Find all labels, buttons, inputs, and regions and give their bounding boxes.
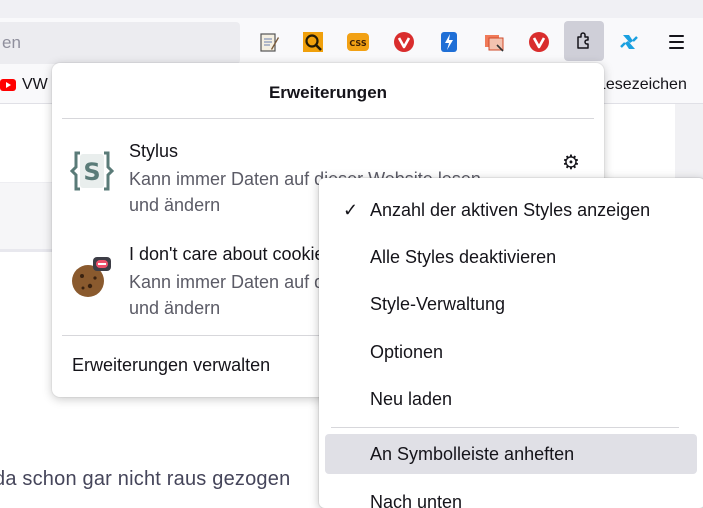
gear-icon[interactable]: ⚙ bbox=[560, 151, 582, 174]
menu-item-move-down[interactable]: Nach unten bbox=[325, 480, 697, 508]
bookmark-vw[interactable]: VW bbox=[0, 76, 48, 94]
magnifier-icon[interactable] bbox=[297, 25, 329, 59]
url-bar[interactable] bbox=[0, 22, 240, 64]
panel-title: Erweiterungen bbox=[268, 83, 388, 102]
url-input[interactable] bbox=[2, 30, 222, 56]
menu-item-label: Anzahl der aktiven Styles anzeigen bbox=[370, 199, 651, 220]
screenshot-icon[interactable] bbox=[478, 25, 510, 59]
svg-text:CSS: CSS bbox=[349, 39, 366, 48]
lightning-icon[interactable] bbox=[433, 25, 465, 59]
menu-item-options[interactable]: Optionen bbox=[325, 332, 697, 372]
extension-context-menu: ✓ Anzahl der aktiven Styles anzeigen All… bbox=[319, 178, 703, 508]
menu-item-show-active-styles-count[interactable]: ✓ Anzahl der aktiven Styles anzeigen bbox=[325, 190, 697, 230]
youtube-icon bbox=[0, 79, 16, 91]
page-text: da schon gar nicht raus gezogen bbox=[0, 468, 291, 490]
stylus-s-icon: S bbox=[69, 149, 115, 193]
page-block bbox=[0, 182, 60, 252]
tab-strip bbox=[0, 0, 703, 18]
extension-name: I don't care about cookies bbox=[129, 244, 334, 264]
checkmark-icon: ✓ bbox=[343, 199, 359, 220]
bookmark-label: VW bbox=[22, 76, 48, 93]
bookmark-label: Lesezeichen bbox=[597, 76, 687, 93]
puzzle-icon[interactable] bbox=[564, 21, 604, 61]
cookie-icon bbox=[70, 254, 114, 298]
menu-item-label: Alle Styles deaktivieren bbox=[370, 246, 557, 267]
menu-item-style-manager[interactable]: Style-Verwaltung bbox=[325, 284, 697, 324]
menu-item-label: Nach unten bbox=[370, 492, 463, 508]
menu-item-label: An Symbolleiste anheften bbox=[370, 443, 575, 464]
extension-name: Stylus bbox=[129, 141, 179, 161]
sync-arrows-icon[interactable] bbox=[613, 25, 645, 59]
menu-item-label: Style-Verwaltung bbox=[370, 293, 506, 314]
vivaldi-v-icon[interactable] bbox=[388, 25, 420, 59]
divider bbox=[62, 118, 594, 119]
hamburger-icon[interactable] bbox=[660, 25, 692, 59]
menu-item-label: Optionen bbox=[370, 341, 444, 362]
menu-item-disable-all-styles[interactable]: Alle Styles deaktivieren bbox=[325, 237, 697, 277]
svg-text:S: S bbox=[83, 158, 100, 186]
menu-item-label: Neu laden bbox=[370, 388, 453, 409]
page-sidebar bbox=[675, 104, 703, 184]
menu-item-pin-to-toolbar[interactable]: An Symbolleiste anheften bbox=[325, 434, 697, 474]
css-icon[interactable]: CSS bbox=[342, 25, 374, 59]
menu-item-reload[interactable]: Neu laden bbox=[325, 379, 697, 419]
notepad-icon[interactable] bbox=[253, 25, 285, 59]
bookmark-lesezeichen[interactable]: Lesezeichen bbox=[597, 76, 687, 94]
manage-extensions-button[interactable]: Erweiterungen verwalten bbox=[72, 355, 270, 376]
menu-divider bbox=[331, 427, 679, 428]
vivaldi-v-icon[interactable] bbox=[523, 25, 555, 59]
